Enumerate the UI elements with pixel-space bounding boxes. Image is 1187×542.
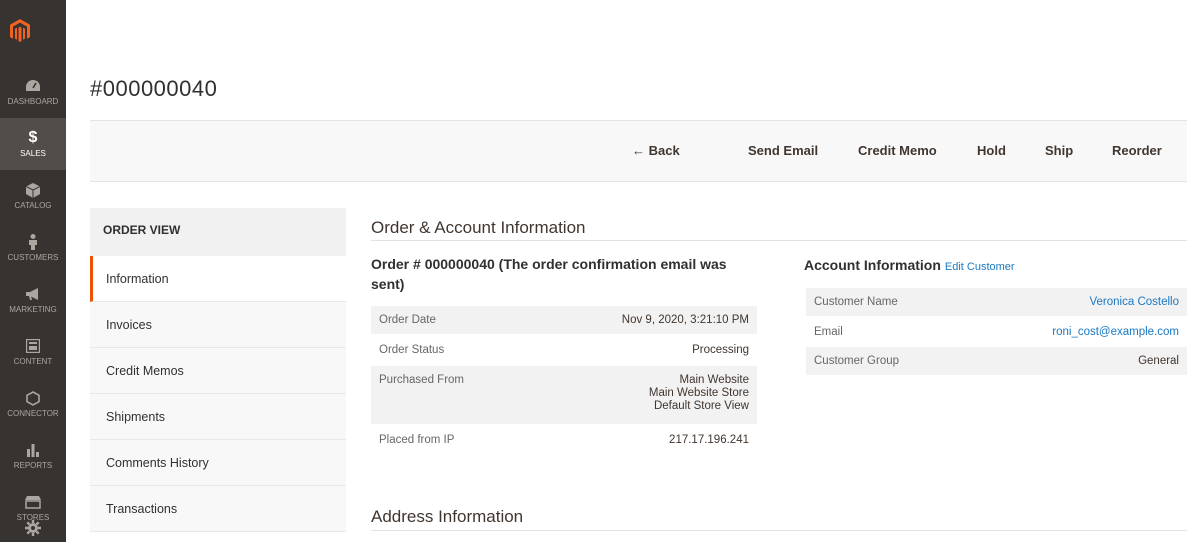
order-date-row: Order Date Nov 9, 2020, 3:21:10 PM bbox=[371, 306, 757, 334]
nav-dashboard[interactable]: DASHBOARD bbox=[0, 66, 66, 118]
hold-button[interactable]: Hold bbox=[977, 143, 1006, 158]
nav-label: SALES bbox=[20, 149, 46, 158]
customer-name-link[interactable]: Veronica Costello bbox=[1090, 288, 1180, 316]
nav-customers[interactable]: CUSTOMERS bbox=[0, 222, 66, 274]
value-line: Main Website bbox=[679, 374, 749, 386]
nav-reports[interactable]: REPORTS bbox=[0, 430, 66, 482]
customer-group-value: General bbox=[1138, 355, 1179, 367]
layout-icon bbox=[25, 338, 41, 354]
row-label: Order Date bbox=[379, 314, 436, 326]
email-link[interactable]: roni_cost@example.com bbox=[1052, 318, 1179, 346]
row-label: Customer Name bbox=[814, 296, 898, 308]
row-label: Order Status bbox=[379, 344, 445, 356]
purchased-from-value: Main Website Main Website Store Default … bbox=[649, 366, 749, 424]
edit-customer-link[interactable]: Edit Customer bbox=[945, 261, 1015, 273]
order-view-title: ORDER VIEW bbox=[90, 208, 346, 256]
nav-marketing[interactable]: MARKETING bbox=[0, 274, 66, 326]
account-heading-text: Account Information bbox=[804, 257, 941, 273]
nav-label: CONTENT bbox=[13, 357, 53, 366]
ship-button[interactable]: Ship bbox=[1045, 143, 1073, 158]
purchased-from-row: Purchased From Main Website Main Website… bbox=[371, 366, 757, 424]
order-status-value: Processing bbox=[692, 344, 749, 356]
credit-memo-button[interactable]: Credit Memo bbox=[858, 143, 937, 158]
tab-invoices[interactable]: Invoices bbox=[90, 302, 346, 348]
value-line: Main Website Store bbox=[648, 387, 749, 399]
nav-label: CONNECTOR bbox=[7, 409, 59, 418]
admin-sidebar: DASHBOARD $ SALES CATALOG CUSTOMERS MARK… bbox=[0, 0, 66, 542]
magento-logo-icon bbox=[10, 19, 30, 42]
magento-logo[interactable] bbox=[0, 0, 66, 62]
row-label: Email bbox=[814, 326, 843, 338]
tab-credit-memos[interactable]: Credit Memos bbox=[90, 348, 346, 394]
gauge-icon bbox=[25, 78, 41, 94]
order-date-value: Nov 9, 2020, 3:21:10 PM bbox=[621, 314, 749, 326]
row-label: Placed from IP bbox=[379, 434, 455, 446]
nav-label: CUSTOMERS bbox=[7, 253, 59, 262]
order-heading: Order # 000000040 (The order confirmatio… bbox=[371, 256, 727, 292]
customer-name-row: Customer Name Veronica Costello bbox=[806, 288, 1187, 316]
nav-sales[interactable]: $ SALES bbox=[0, 118, 66, 170]
store-icon bbox=[25, 494, 41, 510]
nav-connector[interactable]: CONNECTOR bbox=[0, 378, 66, 430]
tab-comments-history[interactable]: Comments History bbox=[90, 440, 346, 486]
tab-information[interactable]: Information bbox=[90, 256, 346, 302]
nav-content[interactable]: CONTENT bbox=[0, 326, 66, 378]
back-button[interactable]: ← Back bbox=[632, 143, 680, 158]
order-status-row: Order Status Processing bbox=[371, 336, 757, 364]
nav-system[interactable] bbox=[0, 514, 66, 542]
email-row: Email roni_cost@example.com bbox=[806, 318, 1187, 346]
page-title: #000000040 bbox=[90, 76, 218, 101]
placed-from-ip-row: Placed from IP 217.17.196.241 bbox=[371, 426, 757, 454]
nav-catalog[interactable]: CATALOG bbox=[0, 170, 66, 222]
account-information-heading: Account Information Edit Customer bbox=[804, 257, 1015, 273]
nav-label: MARKETING bbox=[9, 305, 57, 314]
send-email-button[interactable]: Send Email bbox=[748, 143, 818, 158]
section-divider bbox=[371, 530, 1187, 531]
hexagon-icon bbox=[25, 390, 41, 406]
megaphone-icon bbox=[25, 286, 41, 302]
cube-icon bbox=[25, 182, 41, 198]
tab-shipments[interactable]: Shipments bbox=[90, 394, 346, 440]
customer-group-row: Customer Group General bbox=[806, 347, 1187, 375]
address-section-title: Address Information bbox=[371, 507, 524, 526]
tab-transactions[interactable]: Transactions bbox=[90, 486, 346, 532]
person-icon bbox=[25, 234, 41, 250]
nav-label: DASHBOARD bbox=[7, 97, 59, 106]
order-account-section-title: Order & Account Information bbox=[371, 218, 586, 237]
dollar-icon: $ bbox=[28, 129, 38, 146]
gear-icon bbox=[25, 519, 41, 536]
section-divider bbox=[371, 240, 1187, 241]
row-label: Customer Group bbox=[814, 355, 900, 367]
page-actions-toolbar: ← Back Send Email Credit Memo Hold Ship … bbox=[90, 120, 1187, 182]
reorder-button[interactable]: Reorder bbox=[1112, 143, 1162, 158]
bar-chart-icon bbox=[25, 442, 41, 458]
nav-label: CATALOG bbox=[14, 201, 52, 210]
row-label: Purchased From bbox=[379, 374, 465, 386]
nav-label: REPORTS bbox=[13, 461, 53, 470]
placed-from-ip-value: 217.17.196.241 bbox=[669, 434, 749, 446]
value-line: Default Store View bbox=[653, 400, 749, 412]
